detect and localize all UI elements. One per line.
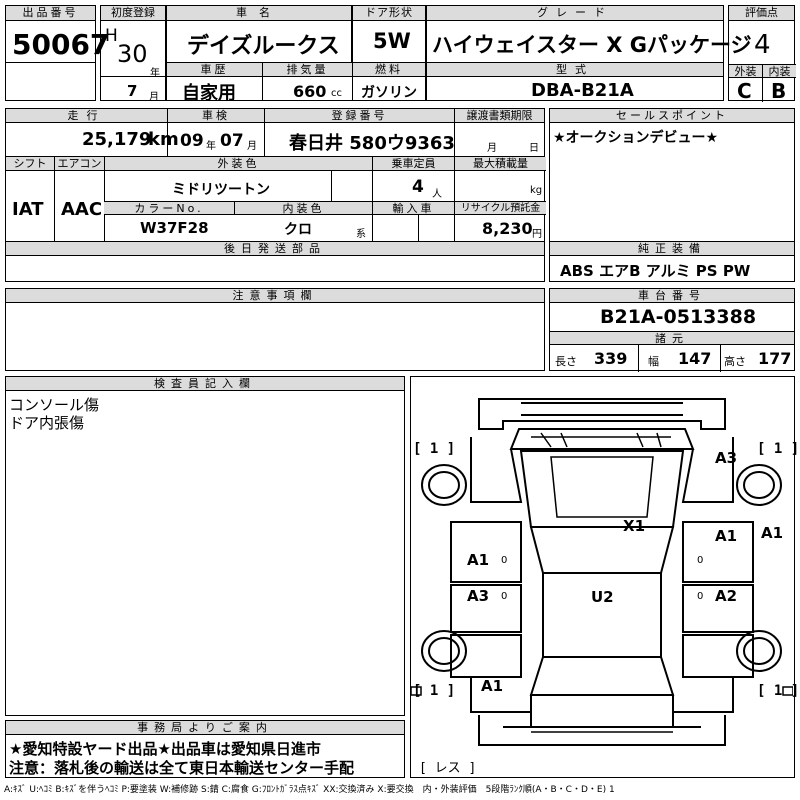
notes-box: 注意事項欄 (5, 288, 545, 371)
length-value: 339 (594, 349, 628, 368)
office-line-2: 注意：落札後の輸送は全て東日本輸送センター手配 (9, 759, 355, 777)
mark-u2: U2 (591, 588, 614, 606)
model-value: DBA-B21A (531, 80, 634, 101)
sales-point-text: ★オークションデビュー★ (553, 130, 719, 146)
later-parts-box: 後日発送部品 (5, 241, 545, 282)
first-reg-year: 30 (117, 40, 148, 68)
inspector-line-2: ドア内張傷 (9, 414, 85, 432)
height-value: 177 (758, 349, 792, 368)
bracket-bottom-left: [ 1 ] (413, 683, 456, 699)
auction-number-value: 50067 (12, 28, 110, 61)
office-box: 事務局よりご案内 ★愛知特設ヤード出品★出品車は愛知県日進市 注意：落札後の輸送… (5, 720, 405, 778)
registration-box: 登録番号 春日井 580ウ9363 (264, 108, 455, 157)
equipment-box: 純正装備 ABS エアB アルミ PS PW (549, 241, 795, 282)
fuel-box: 燃料 ガソリン (352, 62, 426, 101)
damage-diagram: A3 X1 A1 A1 A1 A3 U2 A2 A1 [ 1 ] [ 1 ] [… (410, 376, 799, 778)
mark-a1-bottom: A1 (481, 677, 504, 695)
shift-value: IAT (12, 199, 44, 220)
sales-point-box: セールスポイント ★オークションデビュー★ (549, 108, 795, 242)
inspection-box: 車検 09 年 07 月 (167, 108, 265, 157)
first-reg-label: 初度登録 (101, 6, 165, 21)
mark-x1: X1 (623, 517, 646, 535)
displacement-box: 排気量 660 cc (262, 62, 353, 101)
spec-block: シフト エアコン 外装色 乗車定員 最大積載量 IAT AAC ミドリツートン … (5, 156, 546, 243)
mark-a1-left: A1 (467, 551, 490, 569)
car-outline (411, 398, 793, 746)
grade-value: ハイウェイスター X Gパッケージ (432, 33, 752, 57)
color-no-value: W37F28 (140, 219, 209, 237)
int-score: B (771, 79, 787, 103)
auction-number-box: 出品番号 50067 (5, 5, 109, 101)
model-box: 型式 DBA-B21A (426, 62, 724, 101)
bracket-bottom-right: [ 1 ] (757, 683, 800, 699)
fuel-value: ガソリン (361, 85, 417, 101)
bracket-less: [ レス ] (419, 761, 477, 776)
chassis-value: B21A-0513388 (600, 306, 757, 328)
chassis-box: 車台番号 B21A-0513388 諸元 長さ 339 幅 147 高さ 177 (549, 288, 795, 372)
mileage-value: 25,179 (82, 129, 152, 150)
int-color-value: クロ (284, 222, 312, 238)
mark-a1-far-right: A1 (761, 524, 784, 542)
auction-number-label: 出品番号 (6, 6, 95, 21)
door-value: 5W (373, 29, 411, 53)
mark-a1-right: A1 (715, 527, 738, 545)
mark-a3-left: A3 (467, 587, 490, 605)
grade-box: グレード ハイウェイスター X Gパッケージ (426, 5, 752, 63)
door-box: ドア形状 5W (352, 5, 426, 63)
score-box: 評価点 4 外装 内装 C B (728, 5, 796, 103)
equipment-value: ABS エアB アルミ PS PW (560, 262, 751, 280)
registration-value: 春日井 580ウ9363 (289, 133, 455, 154)
ext-color-value: ミドリツートン (172, 182, 270, 198)
mark-a3-top: A3 (715, 449, 738, 467)
capacity-value: 4 (412, 177, 424, 197)
legend-text: A:ｷｽﾞ U:ﾍｺﾐ B:ｷｽﾞを伴うﾍｺﾐ P:要塗装 W:補修跡 S:錆 … (4, 785, 615, 795)
history-value: 自家用 (182, 83, 236, 104)
era: H (105, 26, 118, 46)
car-name-value: デイズルークス (187, 34, 340, 59)
bracket-top-left: [ 1 ] (413, 441, 456, 457)
width-value: 147 (678, 349, 712, 368)
aircon-value: AAC (61, 199, 103, 220)
recycle-value: 8,230 (482, 219, 533, 238)
first-reg-month: 7 (127, 82, 138, 100)
mileage-box: 走行 25,179 km (5, 108, 179, 157)
transfer-box: 譲渡書類期限 月 日 (454, 108, 545, 157)
ext-score: C (737, 79, 752, 103)
displacement-value: 660 (293, 82, 327, 101)
score-value: 4 (754, 30, 771, 60)
first-registration-box: 初度登録 H 30 年 7 月 (100, 5, 166, 103)
mark-a2: A2 (715, 587, 738, 605)
inspector-box: 検査員記入欄 コンソール傷 ドア内張傷 (5, 376, 405, 716)
history-box: 車歴 自家用 (166, 62, 263, 104)
office-line-1: ★愛知特設ヤード出品★出品車は愛知県日進市 (9, 740, 321, 758)
bracket-top-right: [ 1 ] (757, 441, 800, 457)
car-name-box: 車名 デイズルークス (166, 5, 352, 63)
